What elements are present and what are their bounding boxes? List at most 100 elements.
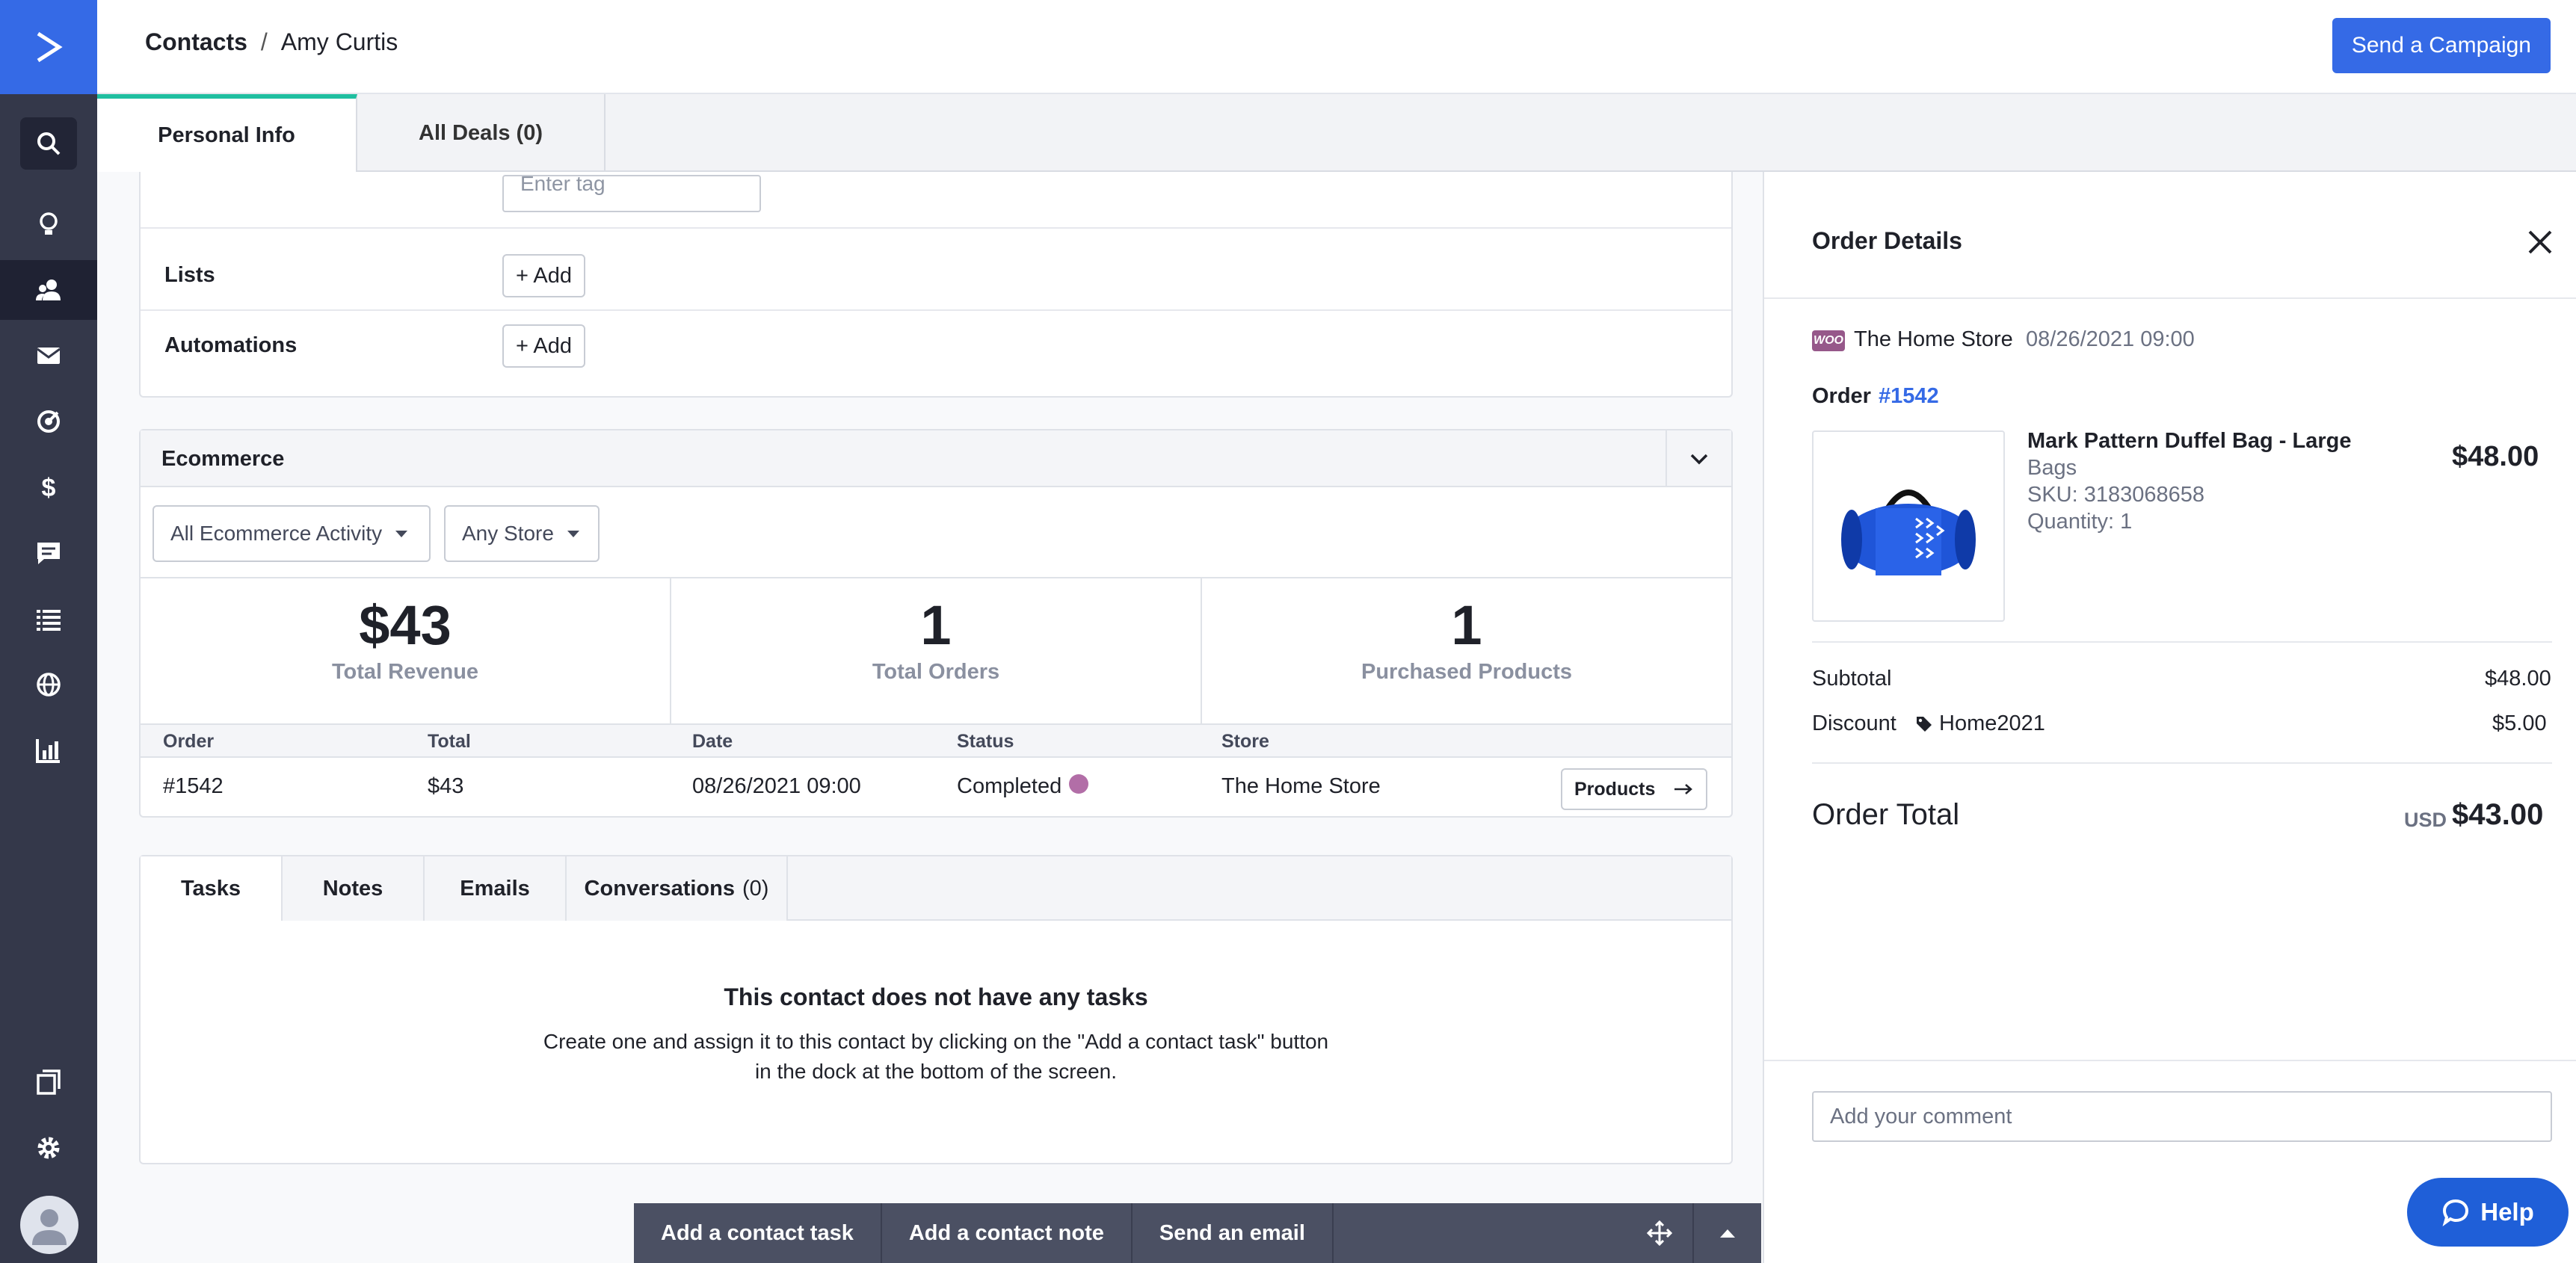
search-nav[interactable] (0, 114, 97, 173)
caret-down-icon (567, 530, 579, 537)
tab-notes[interactable]: Notes (283, 856, 425, 921)
add-contact-task-button[interactable]: Add a contact task (634, 1203, 882, 1263)
column-header: Order (163, 731, 215, 752)
store-filter-value: Any Store (462, 522, 554, 545)
status-cell: Completed (957, 773, 1089, 799)
search-icon (20, 117, 77, 170)
bar-chart-icon (36, 739, 60, 763)
main-content: Enter tag Lists + Add Automations + Add … (97, 172, 1763, 1263)
automations-label: Automations (164, 333, 298, 357)
date-cell: 08/26/2021 09:00 (692, 774, 861, 798)
table-row[interactable]: #1542 $43 08/26/2021 09:00 Completed The… (141, 758, 1731, 818)
product-sku: SKU: 3183068658 (2027, 483, 2205, 507)
svg-text:$: $ (42, 474, 56, 502)
caret-up-icon (1720, 1229, 1735, 1238)
add-contact-note-button[interactable]: Add a contact note (882, 1203, 1133, 1263)
close-icon (2528, 230, 2552, 254)
header: Contacts / Amy Curtis Send a Campaign (97, 0, 2576, 94)
arrow-right-icon (1674, 784, 1692, 794)
avatar-icon[interactable] (20, 1196, 78, 1254)
deals-nav[interactable]: $ (0, 457, 97, 517)
settings-nav[interactable] (0, 1118, 97, 1178)
collapse-toggle[interactable] (1666, 430, 1731, 487)
breadcrumb-contacts-link[interactable]: Contacts (145, 28, 247, 56)
add-list-button[interactable]: + Add (502, 254, 585, 297)
active-tab-gap (141, 921, 1731, 922)
automations-nav[interactable] (0, 392, 97, 451)
lists-nav[interactable] (0, 589, 97, 649)
conversations-nav[interactable] (0, 523, 97, 583)
comment-input[interactable]: Add your comment (1812, 1091, 2552, 1142)
column-header: Date (692, 731, 733, 752)
close-button[interactable] (2525, 227, 2555, 257)
contacts-nav[interactable] (0, 260, 97, 320)
conversations-count: (0) (742, 876, 769, 901)
order-number-link[interactable]: #1542 (1879, 384, 1939, 409)
woo-status-icon (1069, 773, 1089, 794)
products-button[interactable]: Products (1561, 768, 1707, 810)
divider (1764, 297, 2576, 299)
activity-filter-value: All Ecommerce Activity (170, 522, 383, 545)
chat-bubble-icon (2442, 1199, 2469, 1226)
activity-card: Tasks Notes Emails Conversations (0) Thi… (139, 855, 1733, 1164)
divider (1764, 1060, 2576, 1061)
caret-down-icon (395, 530, 408, 537)
order-heading: Order #1542 (1812, 384, 1939, 409)
product-quantity: Quantity: 1 (2027, 510, 2133, 534)
tab-tasks[interactable]: Tasks (141, 856, 283, 921)
contact-details-card: Enter tag Lists + Add Automations + Add (139, 172, 1733, 398)
campaigns-nav[interactable] (0, 326, 97, 386)
store-filter-dropdown[interactable]: Any Store (444, 505, 600, 562)
status-text: Completed (957, 774, 1062, 798)
tab-conversations[interactable]: Conversations (0) (567, 856, 788, 921)
add-automation-button[interactable]: + Add (502, 324, 585, 368)
order-label: Order (1812, 384, 1871, 408)
list-icon (37, 610, 61, 631)
divider (141, 309, 1731, 311)
order-datetime: 08/26/2021 09:00 (2026, 327, 2195, 351)
order-total-label: Order Total (1812, 798, 1960, 831)
product-image (1812, 430, 2005, 622)
ecommerce-card: Ecommerce All Ecommerce Activity Any Sto… (139, 429, 1733, 818)
dock-move-handle[interactable] (1627, 1203, 1694, 1263)
tab-emails[interactable]: Emails (425, 856, 567, 921)
move-arrows-icon (1647, 1220, 1672, 1246)
bottom-dock: Add a contact task Add a contact note Se… (634, 1203, 1761, 1263)
order-details-panel: Order Details WOO The Home Store 08/26/2… (1763, 172, 2576, 1263)
discount-code: Home2021 (1915, 711, 2045, 736)
pages-nav[interactable] (0, 1052, 97, 1112)
breadcrumb: Contacts / Amy Curtis (145, 28, 398, 56)
subtotal-value: $48.00 (2485, 667, 2551, 691)
send-email-button[interactable]: Send an email (1133, 1203, 1334, 1263)
activity-filter-dropdown[interactable]: All Ecommerce Activity (152, 505, 431, 562)
orders-table-header: Order Total Date Status Store (141, 723, 1731, 758)
tab-personal-info[interactable]: Personal Info (97, 94, 357, 172)
send-campaign-button[interactable]: Send a Campaign (2332, 18, 2551, 73)
sidebar: $ (0, 0, 97, 1263)
insights-nav[interactable] (0, 194, 97, 254)
order-cell: #1542 (163, 774, 224, 798)
divider (141, 577, 1731, 578)
tag-icon (1917, 716, 1932, 732)
reports-nav[interactable] (0, 720, 97, 780)
stat-label: Purchased Products (1361, 660, 1573, 684)
automation-icon (37, 410, 60, 433)
help-button[interactable]: Help (2407, 1178, 2569, 1247)
lightbulb-icon (40, 212, 58, 235)
dock-expand-button[interactable] (1694, 1203, 1761, 1263)
site-nav[interactable] (0, 655, 97, 714)
tag-input[interactable]: Enter tag (502, 175, 761, 212)
globe-icon (37, 673, 61, 697)
tab-all-deals[interactable]: All Deals (0) (357, 94, 606, 172)
column-header: Store (1221, 731, 1269, 752)
panel-title: Order Details (1812, 227, 1962, 254)
stat-label: Total Orders (872, 660, 1000, 684)
ecommerce-title: Ecommerce (161, 447, 285, 471)
divider (1812, 762, 2552, 764)
column-header: Status (957, 731, 1014, 752)
logo-chevron-icon[interactable] (0, 0, 97, 94)
subtotal-label: Subtotal (1812, 667, 1892, 691)
products-button-label: Products (1574, 778, 1656, 800)
ecommerce-header: Ecommerce (141, 430, 1731, 487)
help-label: Help (2480, 1198, 2534, 1226)
